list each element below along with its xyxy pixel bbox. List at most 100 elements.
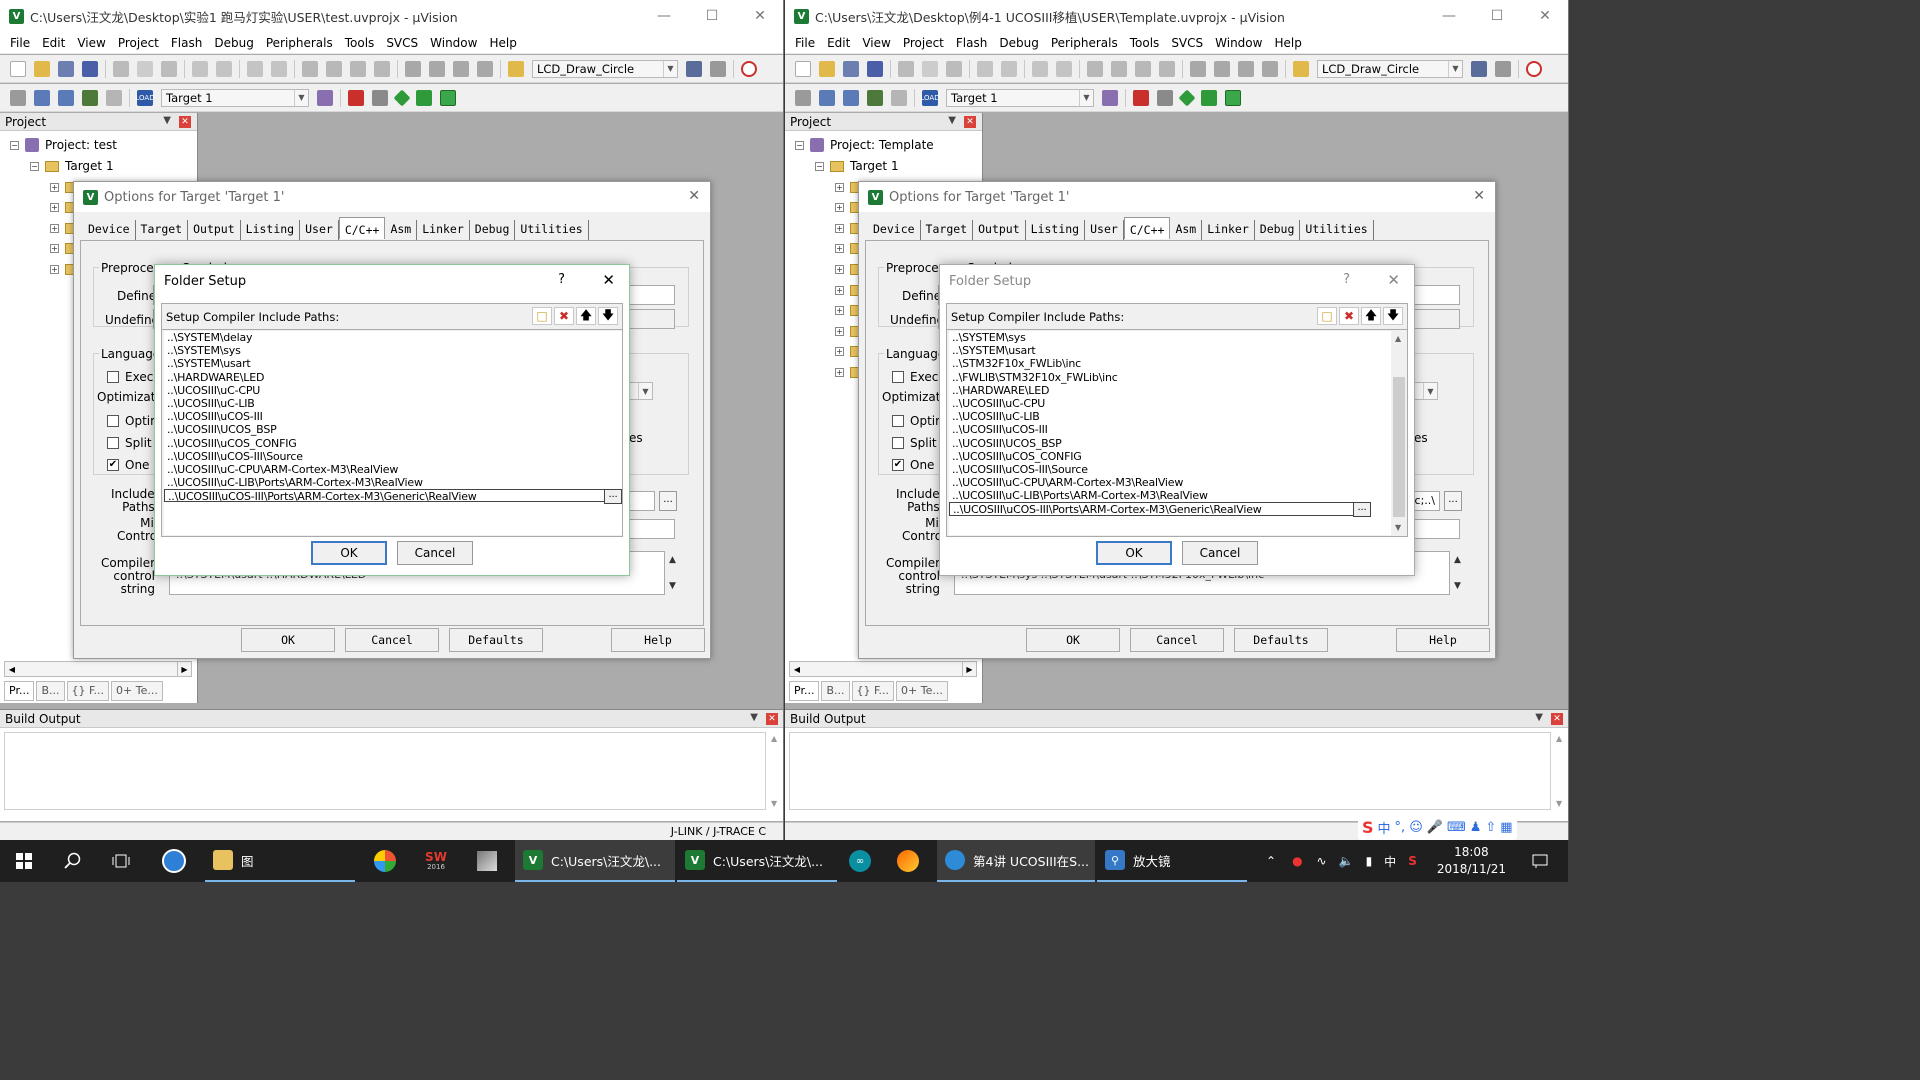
bookmark-icon[interactable] <box>1087 60 1103 77</box>
tab-device[interactable]: Device <box>868 220 921 240</box>
scroll-thumb[interactable] <box>1393 377 1405 517</box>
copy-icon[interactable] <box>137 60 153 77</box>
pin-icon[interactable]: ▼ <box>750 712 758 723</box>
window-title-bar[interactable]: V C:\Users\汪文龙\Desktop\例4-1 UCOSIII移植\US… <box>785 0 1568 32</box>
options-help-button[interactable]: Help <box>611 628 705 652</box>
expand-icon[interactable]: + <box>50 244 59 254</box>
tab-asm[interactable]: Asm <box>385 220 418 240</box>
include-path-item[interactable]: ..\UCOSIII\uC-LIB <box>949 410 1371 423</box>
indent-icon[interactable] <box>1190 60 1206 77</box>
folder-setup-ok-button[interactable]: OK <box>1096 541 1172 565</box>
options-cancel-button[interactable]: Cancel <box>1130 628 1224 652</box>
include-path-item[interactable]: ..\STM32F10x_FWLib\inc <box>949 357 1371 370</box>
collapse-icon[interactable]: − <box>10 140 19 150</box>
open-folder-icon[interactable] <box>34 60 50 77</box>
build-icon[interactable] <box>819 89 835 106</box>
action-center-button[interactable] <box>1520 840 1560 882</box>
close-icon[interactable]: ✕ <box>1551 713 1563 725</box>
tab-listing[interactable]: Listing <box>241 220 301 240</box>
project-pane-tab[interactable]: 0+ Te... <box>111 681 163 701</box>
close-icon[interactable]: ✕ <box>602 271 615 289</box>
include-path-item[interactable]: ..\FWLIB\STM32F10x_FWLib\inc <box>949 371 1371 384</box>
tab-device[interactable]: Device <box>83 220 136 240</box>
menu-project[interactable]: Project <box>112 36 165 50</box>
option-checkbox[interactable]: ✔ <box>892 459 904 471</box>
toolbox-icon[interactable]: ▦ <box>1500 820 1512 835</box>
function-combo[interactable]: LCD_Draw_Circle ▼ <box>1317 59 1463 78</box>
paths-vertical-scrollbar[interactable]: ▲ ▼ <box>1391 331 1407 535</box>
scroll-up-icon[interactable]: ▲ <box>1556 734 1562 743</box>
include-paths-browse-button[interactable]: ... <box>1444 491 1462 511</box>
emoji-icon[interactable]: ☺ <box>1409 820 1423 835</box>
menu-peripherals[interactable]: Peripherals <box>260 36 339 50</box>
tab-debug[interactable]: Debug <box>470 220 516 240</box>
volume-icon[interactable]: 🔈 <box>1339 854 1354 868</box>
include-path-editing[interactable]: ..\UCOSIII\uCOS-III\Ports\ARM-Cortex-M3\… <box>164 489 622 505</box>
uncomment-icon[interactable] <box>477 60 493 77</box>
paste-icon[interactable] <box>946 60 962 77</box>
tab-debug[interactable]: Debug <box>1255 220 1301 240</box>
close-button[interactable]: ✕ <box>736 0 783 32</box>
option-checkbox[interactable] <box>107 437 119 449</box>
include-path-item[interactable]: ..\UCOSIII\uC-LIB\Ports\ARM-Cortex-M3\Re… <box>164 476 622 489</box>
option-checkbox[interactable] <box>107 415 119 427</box>
options-ok-button[interactable]: OK <box>241 628 335 652</box>
project-pane-tab[interactable]: 0+ Te... <box>896 681 948 701</box>
taskbar-app-video[interactable]: 第4讲 UCOSIII在S... <box>937 840 1095 882</box>
new-file-icon[interactable] <box>10 60 26 77</box>
chevron-down-icon[interactable]: ▼ <box>638 383 652 399</box>
tree-project-root[interactable]: − Project: test <box>10 137 117 153</box>
collapse-icon[interactable]: − <box>795 140 804 150</box>
new-file-icon[interactable] <box>795 60 811 77</box>
include-paths-browse-button[interactable]: ... <box>659 491 677 511</box>
find-in-files-icon[interactable] <box>508 60 524 77</box>
options-defaults-button[interactable]: Defaults <box>1234 628 1328 652</box>
menu-window[interactable]: Window <box>1209 36 1268 50</box>
expand-icon[interactable]: + <box>835 367 844 377</box>
close-icon[interactable]: ✕ <box>766 713 778 725</box>
unindent-icon[interactable] <box>429 60 445 77</box>
menu-help[interactable]: Help <box>1268 36 1307 50</box>
clear-bookmarks-icon[interactable] <box>1159 60 1175 77</box>
scroll-left-icon[interactable]: ◀ <box>5 662 19 676</box>
ime-indicator[interactable]: 中 <box>1384 853 1396 870</box>
project-pane-tab[interactable]: {} F... <box>66 681 110 701</box>
start-button[interactable] <box>0 840 48 882</box>
scroll-down-icon[interactable]: ▼ <box>1556 799 1562 808</box>
tree-target[interactable]: − Target 1 <box>30 158 114 174</box>
comment-icon[interactable] <box>1238 60 1254 77</box>
collapse-icon[interactable]: − <box>815 161 824 171</box>
include-path-item[interactable]: ..\HARDWARE\LED <box>949 384 1371 397</box>
chevron-down-icon[interactable]: ▼ <box>1079 89 1093 106</box>
taskbar-app-uvision-1[interactable]: V C:\Users\汪文龙\... <box>515 840 675 882</box>
save-all-icon[interactable] <box>82 60 98 77</box>
include-path-item[interactable]: ..\UCOSIII\UCOS_BSP <box>164 423 622 436</box>
options-ok-button[interactable]: OK <box>1026 628 1120 652</box>
option-checkbox[interactable] <box>107 371 119 383</box>
tree-target[interactable]: − Target 1 <box>815 158 899 174</box>
cut-icon[interactable] <box>113 60 129 77</box>
expand-icon[interactable]: + <box>835 223 844 233</box>
project-horizontal-scrollbar[interactable]: ◀ ▶ <box>4 661 192 677</box>
pinned-app-button[interactable] <box>464 840 510 882</box>
file-extensions-icon[interactable] <box>1133 89 1149 106</box>
manage-items-icon[interactable] <box>372 89 388 106</box>
move-up-icon[interactable]: 🡅 <box>1361 307 1381 325</box>
expand-icon[interactable]: + <box>50 264 59 274</box>
options-dialog-title-bar[interactable]: V Options for Target 'Target 1' ✕ <box>859 182 1495 212</box>
keyboard-icon[interactable]: ⌨ <box>1447 820 1466 835</box>
window-title-bar[interactable]: V C:\Users\汪文龙\Desktop\实验1 跑马灯实验\USER\te… <box>0 0 783 32</box>
tools-icon[interactable] <box>710 60 726 77</box>
debug-session-icon[interactable] <box>741 60 757 77</box>
tab-output[interactable]: Output <box>973 220 1026 240</box>
tab-target[interactable]: Target <box>921 220 974 240</box>
tab-linker[interactable]: Linker <box>1202 220 1255 240</box>
folder-setup-ok-button[interactable]: OK <box>311 541 387 565</box>
include-path-item[interactable]: ..\UCOSIII\uC-CPU\ARM-Cortex-M3\RealView <box>164 463 622 476</box>
build-vertical-scrollbar[interactable]: ▲ ▼ <box>1553 732 1567 810</box>
menu-help[interactable]: Help <box>483 36 522 50</box>
translate-icon[interactable] <box>10 89 26 106</box>
scroll-left-icon[interactable]: ◀ <box>790 662 804 676</box>
target-combo[interactable]: Target 1 ▼ <box>161 88 309 107</box>
taskbar-app-explorer[interactable]: 图 <box>205 840 355 882</box>
